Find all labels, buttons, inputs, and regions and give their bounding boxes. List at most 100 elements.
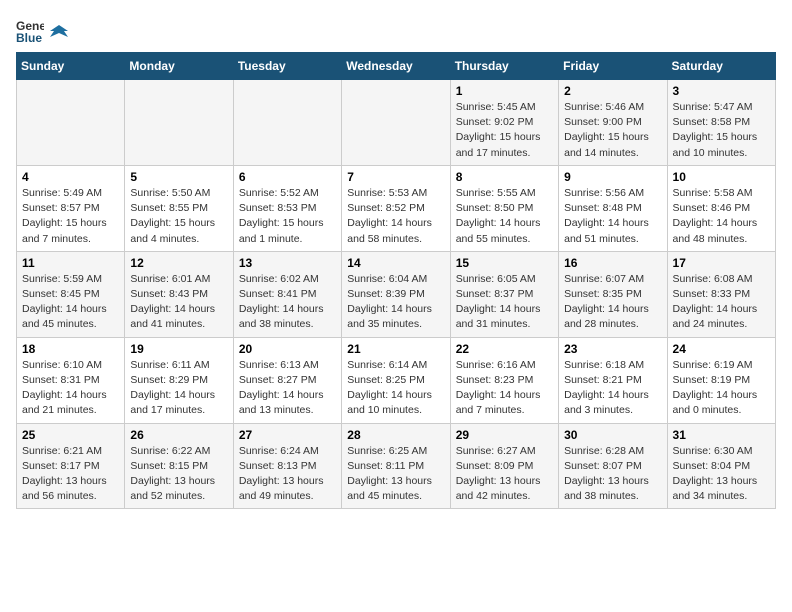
day-number: 15: [456, 256, 553, 270]
calendar-week-row: 11 Sunrise: 5:59 AM Sunset: 8:45 PM Dayli…: [17, 251, 776, 337]
day-info: Sunrise: 6:30 AM Sunset: 8:04 PM Dayligh…: [673, 444, 770, 505]
day-info: Sunrise: 6:01 AM Sunset: 8:43 PM Dayligh…: [130, 272, 227, 333]
logo-bird-icon: [50, 23, 68, 41]
day-number: 30: [564, 428, 661, 442]
day-info: Sunrise: 5:56 AM Sunset: 8:48 PM Dayligh…: [564, 186, 661, 247]
calendar-cell: 27Sunrise: 6:24 AM Sunset: 8:13 PM Dayli…: [233, 423, 341, 509]
day-number: 12: [130, 256, 227, 270]
day-number: 21: [347, 342, 444, 356]
day-info: Sunrise: 6:14 AM Sunset: 8:25 PM Dayligh…: [347, 358, 444, 419]
calendar-cell: 14 Sunrise: 6:04 AM Sunset: 8:39 PM Dayli…: [342, 251, 450, 337]
calendar-cell: 28 Sunrise: 6:25 AM Sunset: 8:11 PM Dayli…: [342, 423, 450, 509]
logo: General Blue: [16, 16, 68, 44]
day-info: Sunrise: 6:16 AM Sunset: 8:23 PM Dayligh…: [456, 358, 553, 419]
calendar-cell: 17Sunrise: 6:08 AM Sunset: 8:33 PM Dayli…: [667, 251, 775, 337]
day-info: Sunrise: 6:18 AM Sunset: 8:21 PM Dayligh…: [564, 358, 661, 419]
calendar-cell: 2Sunrise: 5:46 AM Sunset: 9:00 PM Daylig…: [559, 80, 667, 166]
day-info: Sunrise: 6:05 AM Sunset: 8:37 PM Dayligh…: [456, 272, 553, 333]
calendar-cell: 7 Sunrise: 5:53 AM Sunset: 8:52 PM Daylig…: [342, 165, 450, 251]
day-info: Sunrise: 6:02 AM Sunset: 8:41 PM Dayligh…: [239, 272, 336, 333]
day-number: 31: [673, 428, 770, 442]
day-number: 29: [456, 428, 553, 442]
day-number: 20: [239, 342, 336, 356]
logo-icon: General Blue: [16, 16, 44, 44]
calendar-cell: 31 Sunrise: 6:30 AM Sunset: 8:04 PM Dayli…: [667, 423, 775, 509]
calendar-week-row: 4 Sunrise: 5:49 AM Sunset: 8:57 PM Daylig…: [17, 165, 776, 251]
day-info: Sunrise: 5:45 AM Sunset: 9:02 PM Dayligh…: [456, 100, 553, 161]
calendar-cell: [233, 80, 341, 166]
weekday-header-row: SundayMondayTuesdayWednesdayThursdayFrid…: [17, 53, 776, 80]
day-info: Sunrise: 5:50 AM Sunset: 8:55 PM Dayligh…: [130, 186, 227, 247]
day-number: 28: [347, 428, 444, 442]
calendar-cell: 19 Sunrise: 6:11 AM Sunset: 8:29 PM Dayli…: [125, 337, 233, 423]
weekday-header-monday: Monday: [125, 53, 233, 80]
calendar-cell: 23 Sunrise: 6:18 AM Sunset: 8:21 PM Dayli…: [559, 337, 667, 423]
page-header: General Blue: [16, 16, 776, 44]
day-info: Sunrise: 5:53 AM Sunset: 8:52 PM Dayligh…: [347, 186, 444, 247]
day-info: Sunrise: 6:25 AM Sunset: 8:11 PM Dayligh…: [347, 444, 444, 505]
day-info: Sunrise: 6:27 AM Sunset: 8:09 PM Dayligh…: [456, 444, 553, 505]
day-number: 5: [130, 170, 227, 184]
day-info: Sunrise: 6:11 AM Sunset: 8:29 PM Dayligh…: [130, 358, 227, 419]
day-number: 1: [456, 84, 553, 98]
day-number: 22: [456, 342, 553, 356]
calendar-cell: 13Sunrise: 6:02 AM Sunset: 8:41 PM Dayli…: [233, 251, 341, 337]
calendar-cell: 24 Sunrise: 6:19 AM Sunset: 8:19 PM Dayli…: [667, 337, 775, 423]
calendar-week-row: 1 Sunrise: 5:45 AM Sunset: 9:02 PM Daylig…: [17, 80, 776, 166]
day-info: Sunrise: 6:04 AM Sunset: 8:39 PM Dayligh…: [347, 272, 444, 333]
day-info: Sunrise: 5:49 AM Sunset: 8:57 PM Dayligh…: [22, 186, 119, 247]
day-info: Sunrise: 5:47 AM Sunset: 8:58 PM Dayligh…: [673, 100, 770, 161]
calendar-table: SundayMondayTuesdayWednesdayThursdayFrid…: [16, 52, 776, 509]
weekday-header-sunday: Sunday: [17, 53, 125, 80]
day-number: 8: [456, 170, 553, 184]
calendar-cell: 26Sunrise: 6:22 AM Sunset: 8:15 PM Dayli…: [125, 423, 233, 509]
day-number: 4: [22, 170, 119, 184]
day-number: 11: [22, 256, 119, 270]
calendar-cell: [17, 80, 125, 166]
calendar-cell: 20 Sunrise: 6:13 AM Sunset: 8:27 PM Dayli…: [233, 337, 341, 423]
calendar-cell: 10Sunrise: 5:58 AM Sunset: 8:46 PM Dayli…: [667, 165, 775, 251]
calendar-cell: 11 Sunrise: 5:59 AM Sunset: 8:45 PM Dayli…: [17, 251, 125, 337]
calendar-cell: 22 Sunrise: 6:16 AM Sunset: 8:23 PM Dayli…: [450, 337, 558, 423]
calendar-cell: 18 Sunrise: 6:10 AM Sunset: 8:31 PM Dayli…: [17, 337, 125, 423]
calendar-cell: 9 Sunrise: 5:56 AM Sunset: 8:48 PM Daylig…: [559, 165, 667, 251]
day-number: 23: [564, 342, 661, 356]
calendar-cell: 25Sunrise: 6:21 AM Sunset: 8:17 PM Dayli…: [17, 423, 125, 509]
calendar-cell: [342, 80, 450, 166]
day-number: 14: [347, 256, 444, 270]
day-info: Sunrise: 6:24 AM Sunset: 8:13 PM Dayligh…: [239, 444, 336, 505]
calendar-cell: 30Sunrise: 6:28 AM Sunset: 8:07 PM Dayli…: [559, 423, 667, 509]
calendar-cell: 12 Sunrise: 6:01 AM Sunset: 8:43 PM Dayli…: [125, 251, 233, 337]
calendar-body: 1 Sunrise: 5:45 AM Sunset: 9:02 PM Daylig…: [17, 80, 776, 509]
calendar-cell: 1 Sunrise: 5:45 AM Sunset: 9:02 PM Daylig…: [450, 80, 558, 166]
day-number: 16: [564, 256, 661, 270]
weekday-header-tuesday: Tuesday: [233, 53, 341, 80]
day-number: 24: [673, 342, 770, 356]
day-info: Sunrise: 5:46 AM Sunset: 9:00 PM Dayligh…: [564, 100, 661, 161]
day-info: Sunrise: 6:08 AM Sunset: 8:33 PM Dayligh…: [673, 272, 770, 333]
day-number: 9: [564, 170, 661, 184]
day-info: Sunrise: 6:22 AM Sunset: 8:15 PM Dayligh…: [130, 444, 227, 505]
weekday-header-saturday: Saturday: [667, 53, 775, 80]
calendar-cell: 4 Sunrise: 5:49 AM Sunset: 8:57 PM Daylig…: [17, 165, 125, 251]
day-info: Sunrise: 6:19 AM Sunset: 8:19 PM Dayligh…: [673, 358, 770, 419]
calendar-cell: 3 Sunrise: 5:47 AM Sunset: 8:58 PM Daylig…: [667, 80, 775, 166]
day-number: 7: [347, 170, 444, 184]
weekday-header-friday: Friday: [559, 53, 667, 80]
day-info: Sunrise: 5:52 AM Sunset: 8:53 PM Dayligh…: [239, 186, 336, 247]
calendar-week-row: 18 Sunrise: 6:10 AM Sunset: 8:31 PM Dayli…: [17, 337, 776, 423]
calendar-cell: [125, 80, 233, 166]
calendar-cell: 21 Sunrise: 6:14 AM Sunset: 8:25 PM Dayli…: [342, 337, 450, 423]
calendar-cell: 8Sunrise: 5:55 AM Sunset: 8:50 PM Daylig…: [450, 165, 558, 251]
day-number: 18: [22, 342, 119, 356]
day-info: Sunrise: 5:59 AM Sunset: 8:45 PM Dayligh…: [22, 272, 119, 333]
day-number: 19: [130, 342, 227, 356]
day-info: Sunrise: 6:10 AM Sunset: 8:31 PM Dayligh…: [22, 358, 119, 419]
day-number: 6: [239, 170, 336, 184]
day-number: 3: [673, 84, 770, 98]
day-number: 25: [22, 428, 119, 442]
day-info: Sunrise: 6:13 AM Sunset: 8:27 PM Dayligh…: [239, 358, 336, 419]
day-info: Sunrise: 5:58 AM Sunset: 8:46 PM Dayligh…: [673, 186, 770, 247]
calendar-week-row: 25Sunrise: 6:21 AM Sunset: 8:17 PM Dayli…: [17, 423, 776, 509]
calendar-cell: 15 Sunrise: 6:05 AM Sunset: 8:37 PM Dayli…: [450, 251, 558, 337]
